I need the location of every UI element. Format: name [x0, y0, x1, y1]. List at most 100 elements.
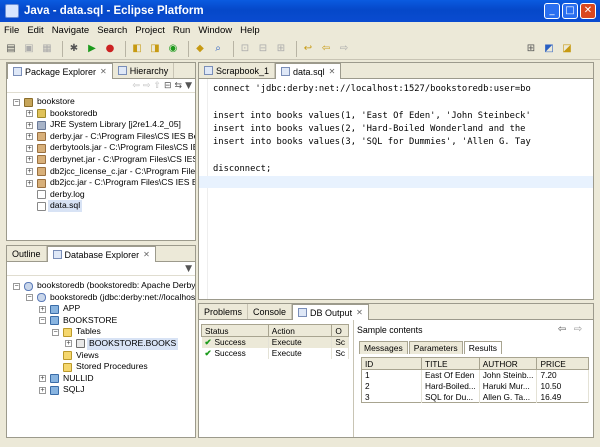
tree-item[interactable]: + db2jcc.jar - C:\Program Files\CS IES Be	[7, 177, 195, 189]
collapse-icon[interactable]: −	[13, 98, 20, 106]
code-line[interactable]: disconnect;	[213, 163, 271, 175]
subtab-messages[interactable]: Messages	[359, 341, 408, 354]
tree-item[interactable]: Stored Procedures	[7, 361, 195, 373]
debug-perspective-icon[interactable]: ◪	[560, 42, 574, 56]
table-row[interactable]: 1 East Of Eden John Steinb... 7.20	[361, 369, 589, 381]
tree-item[interactable]: + derbynet.jar - C:\Program Files\CS IES	[7, 154, 195, 166]
tree-item[interactable]: + JRE System Library [j2re1.4.2_05]	[7, 119, 195, 131]
close-tab-icon[interactable]: ✕	[143, 250, 150, 259]
collapse-icon[interactable]: −	[39, 317, 46, 325]
new-package-icon[interactable]: ◨	[148, 42, 162, 56]
tree-item[interactable]: + SQLJ	[7, 384, 195, 396]
menu-run[interactable]: Run	[173, 25, 190, 36]
forward-icon[interactable]: ⇨	[337, 42, 351, 56]
column-header-author[interactable]: AUTHOR	[478, 357, 538, 370]
collapse-all-icon[interactable]: ⊟	[164, 81, 172, 91]
menu-project[interactable]: Project	[135, 25, 165, 36]
tab-console[interactable]: Console	[248, 304, 293, 319]
maximize-button[interactable]: □	[562, 3, 578, 19]
collapse-icon[interactable]: −	[26, 294, 33, 302]
expand-icon[interactable]: +	[26, 133, 33, 141]
expand-icon[interactable]: +	[26, 144, 33, 152]
tree-item[interactable]: + APP	[7, 303, 195, 315]
column-header-action[interactable]: Action	[267, 324, 333, 337]
tree-item[interactable]: − bookstoredb (bookstoredb: Apache Derby	[7, 280, 195, 292]
debug-icon[interactable]: ✱	[67, 42, 81, 56]
subtab-parameters[interactable]: Parameters	[408, 341, 463, 354]
expand-icon[interactable]: +	[26, 121, 33, 129]
tree-item[interactable]: + derbytools.jar - C:\Program Files\CS IE…	[7, 142, 195, 154]
forward-nav-icon[interactable]: ⇨	[143, 81, 151, 91]
code-line[interactable]: insert into books values(2, 'Hard-Boiled…	[213, 123, 525, 135]
tree-item[interactable]: Views	[7, 350, 195, 362]
column-header-id[interactable]: ID	[361, 357, 422, 370]
expand-icon[interactable]: +	[39, 375, 46, 383]
tab-database-explorer[interactable]: Database Explorer ✕	[46, 246, 156, 262]
previous-result-icon[interactable]: ⇦	[555, 324, 569, 336]
code-line[interactable]: insert into books values(3, 'SQL for Dum…	[213, 136, 531, 148]
back-icon[interactable]: ⇦	[319, 42, 333, 56]
java-perspective-icon[interactable]: ◩	[542, 42, 556, 56]
new-icon[interactable]: ▤	[4, 42, 18, 56]
collapse-icon[interactable]: −	[13, 282, 20, 290]
code-line[interactable]: connect 'jdbc:derby:net://localhost:1527…	[213, 83, 531, 95]
tree-item[interactable]: − Tables	[7, 326, 195, 338]
tree-item[interactable]: data.sql	[7, 200, 195, 212]
table-row[interactable]: 3 SQL for Du... Allen G. Ta... 16.49	[361, 391, 589, 403]
tab-outline[interactable]: Outline	[7, 246, 47, 261]
expand-icon[interactable]: +	[26, 156, 33, 164]
close-tab-icon[interactable]: ✕	[329, 67, 336, 76]
last-edit-icon[interactable]: ↩	[301, 42, 315, 56]
next-result-icon[interactable]: ⇨	[571, 324, 585, 336]
subtab-results[interactable]: Results	[463, 341, 503, 354]
code-line[interactable]	[199, 176, 593, 189]
menu-navigate[interactable]: Navigate	[52, 25, 90, 36]
column-header-price[interactable]: PRICE	[536, 357, 589, 370]
tree-item[interactable]: − bookstore	[7, 96, 195, 108]
tab-scrapbook[interactable]: Scrapbook_1	[199, 63, 276, 78]
tree-item[interactable]: − bookstoredb (jdbc:derby:net://localhos	[7, 292, 195, 304]
previous-annotation-icon[interactable]: ⊞	[274, 42, 288, 56]
tree-item[interactable]: + derby.jar - C:\Program Files\CS IES Be	[7, 131, 195, 143]
tree-item[interactable]: − BOOKSTORE	[7, 315, 195, 327]
tab-data-sql[interactable]: data.sql ✕	[275, 63, 342, 79]
expand-icon[interactable]: +	[39, 386, 46, 394]
back-nav-icon[interactable]: ⇦	[132, 81, 140, 91]
open-type-icon[interactable]: ◆	[193, 42, 207, 56]
code-line[interactable]: insert into books values(1, 'East Of Ede…	[213, 110, 531, 122]
expand-icon[interactable]: +	[26, 179, 33, 187]
table-row[interactable]: ✔ Success Execute Sc	[201, 336, 349, 348]
next-annotation-icon[interactable]: ⊟	[256, 42, 270, 56]
open-perspective-icon[interactable]: ⊞	[524, 42, 538, 56]
new-class-icon[interactable]: ◉	[166, 42, 180, 56]
up-nav-icon[interactable]: ⇧	[153, 81, 161, 91]
tree-item[interactable]: + NULLID	[7, 373, 195, 385]
run-icon[interactable]: ▶	[85, 42, 99, 56]
tab-package-explorer[interactable]: Package Explorer ✕	[7, 63, 113, 79]
table-row[interactable]: 2 Hard-Boiled... Haruki Mur... 10.50	[361, 380, 589, 392]
minimize-button[interactable]: _	[544, 3, 560, 19]
expand-icon[interactable]: +	[65, 340, 72, 348]
menu-window[interactable]: Window	[198, 25, 232, 36]
tree-item[interactable]: + db2jcc_license_c.jar - C:\Program Files	[7, 166, 195, 178]
column-header-status[interactable]: Status	[201, 324, 269, 337]
menu-search[interactable]: Search	[97, 25, 127, 36]
new-java-project-icon[interactable]: ◧	[130, 42, 144, 56]
view-menu-icon[interactable]: ▼	[185, 81, 192, 91]
close-tab-icon[interactable]: ✕	[356, 308, 363, 317]
toggle-mark-icon[interactable]: ⊡	[238, 42, 252, 56]
tree-item[interactable]: derby.log	[7, 189, 195, 201]
tab-hierarchy[interactable]: Hierarchy	[113, 63, 175, 78]
tree-item[interactable]: + BOOKSTORE.BOOKS	[7, 337, 195, 350]
collapse-icon[interactable]: −	[52, 328, 59, 336]
tab-db-output[interactable]: DB Output ✕	[292, 304, 369, 320]
external-tools-icon[interactable]: ●	[103, 42, 117, 56]
link-editor-icon[interactable]: ⇆	[175, 81, 183, 91]
print-icon[interactable]: ▦	[40, 42, 54, 56]
expand-icon[interactable]: +	[26, 168, 33, 176]
view-menu-icon[interactable]: ▼	[185, 264, 192, 274]
column-header-title[interactable]: TITLE	[421, 357, 480, 370]
close-tab-icon[interactable]: ✕	[100, 67, 107, 76]
search-icon[interactable]: ⌕	[211, 42, 225, 56]
expand-icon[interactable]: +	[39, 305, 46, 313]
